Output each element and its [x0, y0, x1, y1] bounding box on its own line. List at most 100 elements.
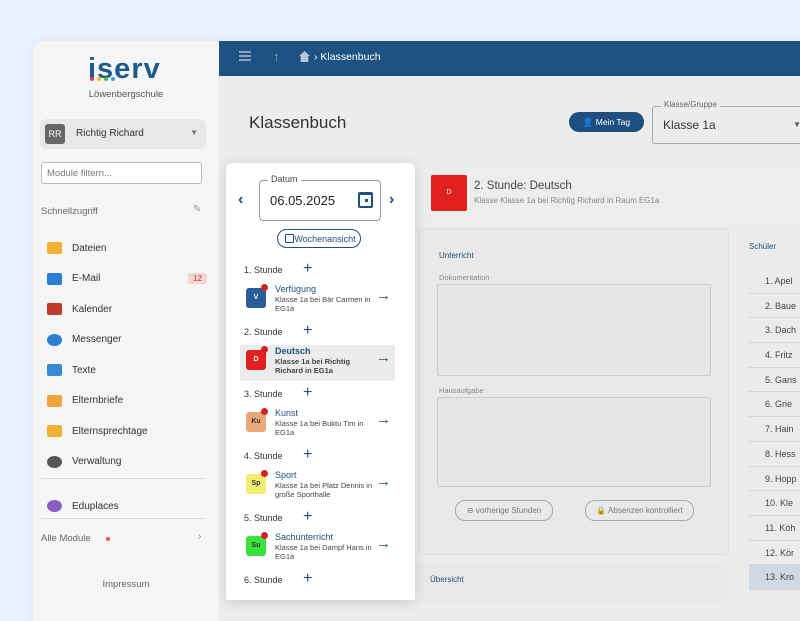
- lesson-slot-label: 1. Stunde: [244, 265, 283, 275]
- lesson-slot-label: 5. Stunde: [244, 513, 283, 523]
- sidebar-item-kalender[interactable]: Kalender: [47, 294, 207, 325]
- sidebar-item-e-mail[interactable]: E-Mail 12: [47, 264, 207, 295]
- eduplaces-icon: [47, 500, 62, 513]
- absences-checked-button[interactable]: 🔒 Absenzen kontrolliert: [585, 500, 694, 521]
- lesson-slot-label: 6. Stunde: [244, 575, 283, 585]
- folder-icon: [47, 242, 62, 255]
- status-dot: [261, 346, 268, 353]
- lesson-slot-heading: 4. Stunde +: [244, 446, 399, 469]
- lesson-entry[interactable]: D Deutsch Klasse 1a bei Richtig Richard in…: [240, 345, 395, 381]
- group-select[interactable]: Klasse/Gruppe Klasse 1a ▼: [652, 100, 800, 144]
- add-lesson-icon[interactable]: +: [303, 384, 312, 402]
- module-filter-input[interactable]: Module filtern...: [41, 162, 202, 184]
- topbar: ↑ › Klassenbuch: [219, 41, 800, 76]
- add-lesson-icon[interactable]: +: [303, 260, 312, 278]
- add-lesson-icon[interactable]: +: [303, 446, 312, 464]
- chat-icon: [47, 333, 62, 346]
- sidebar-item-elternsprechtage[interactable]: Elternsprechtage: [47, 416, 207, 447]
- avatar: RR: [45, 124, 65, 144]
- student-row[interactable]: 5. Gans: [749, 368, 800, 393]
- iserv-logo[interactable]: iserv: [88, 53, 161, 86]
- section-title: Unterricht: [439, 251, 474, 260]
- breadcrumb: › Klassenbuch: [314, 51, 381, 63]
- user-name: Richtig Richard: [76, 128, 144, 139]
- absences-label: Absenzen kontrolliert: [608, 506, 683, 515]
- student-row[interactable]: 3. Dach: [749, 318, 800, 344]
- chevron-right-icon[interactable]: ›: [389, 191, 394, 209]
- chevron-left-icon[interactable]: ‹: [238, 191, 243, 209]
- sidebar-item-messenger[interactable]: Messenger: [47, 325, 207, 356]
- lesson-entry[interactable]: Sp Sport Klasse 1a bei Platz Dennis in gro…: [240, 469, 395, 505]
- menu-icon[interactable]: [239, 51, 251, 61]
- chevron-right-icon[interactable]: ›: [198, 531, 201, 542]
- status-dot: [261, 284, 268, 291]
- calendar-icon: [47, 303, 62, 316]
- student-row[interactable]: 13. Kro: [749, 565, 800, 590]
- edit-icon[interactable]: ✎: [193, 204, 201, 215]
- add-lesson-icon[interactable]: +: [303, 322, 312, 340]
- date-picker[interactable]: Datum 06.05.2025: [259, 174, 381, 221]
- sidebar-item-texte[interactable]: Texte: [47, 355, 207, 386]
- arrow-right-icon[interactable]: →: [376, 473, 391, 490]
- student-row[interactable]: 8. Hess: [749, 442, 800, 467]
- lesson-entry[interactable]: Ku Kunst Klasse 1a bei Buktu Tim in EG1a →: [240, 407, 395, 443]
- sidebar-item-eduplaces[interactable]: Eduplaces: [47, 491, 207, 522]
- previous-lessons-label: vorherige Stunden: [475, 506, 542, 515]
- documentation-field[interactable]: [437, 284, 711, 376]
- student-row[interactable]: 10. Kle: [749, 491, 800, 516]
- impressum-link[interactable]: Impressum: [33, 579, 219, 590]
- week-view-button[interactable]: Wochenansicht: [277, 229, 361, 248]
- home-icon[interactable]: [299, 51, 310, 62]
- student-row[interactable]: 6. Grie: [749, 392, 800, 418]
- student-row[interactable]: 1. Apel: [749, 269, 800, 294]
- calendar-icon: [285, 234, 294, 243]
- sidebar-item-label: Dateien: [72, 242, 107, 254]
- lesson-header: D 2. Stunde: Deutsch Klasse Klasse 1a be…: [416, 163, 800, 223]
- previous-lessons-button[interactable]: ⊖ vorherige Stunden: [455, 500, 553, 521]
- lesson-entry-title: Kunst: [275, 408, 299, 418]
- lesson-entry-title: Sachunterricht: [275, 532, 334, 542]
- subject-square: D: [246, 350, 266, 370]
- homework-label: Hausaufgabe: [439, 386, 484, 395]
- student-row[interactable]: 11. Köh: [749, 516, 800, 541]
- sidebar-item-label: Texte: [72, 364, 96, 376]
- lesson-entry[interactable]: Su Sachunterricht Klasse 1a bei Dampf Hans…: [240, 531, 395, 567]
- sidebar-item-verwaltung[interactable]: Verwaltung: [47, 447, 207, 478]
- date-value: 06.05.2025: [270, 193, 336, 208]
- letter-icon: [47, 394, 62, 407]
- people-icon: [47, 425, 62, 438]
- all-modules-link[interactable]: Alle Module: [41, 533, 91, 544]
- student-row[interactable]: 2. Baue: [749, 294, 800, 319]
- documentation-label: Dokumentation: [439, 273, 490, 282]
- homework-field[interactable]: [437, 397, 711, 487]
- lesson-slot-label: 2. Stunde: [244, 327, 283, 337]
- sidebar-item-dateien[interactable]: Dateien: [47, 233, 207, 264]
- lesson-slot-heading: 5. Stunde +: [244, 508, 399, 531]
- student-row[interactable]: 7. Hain: [749, 417, 800, 442]
- overview-card: Übersicht: [418, 562, 727, 602]
- date-label: Datum: [268, 174, 301, 184]
- calendar-icon[interactable]: [358, 192, 373, 208]
- arrow-right-icon[interactable]: →: [376, 287, 391, 304]
- student-row[interactable]: 4. Fritz: [749, 343, 800, 368]
- sidebar-item-elternbriefe[interactable]: Elternbriefe: [47, 386, 207, 417]
- subject-square: V: [246, 288, 266, 308]
- arrow-right-icon[interactable]: →: [376, 349, 391, 366]
- arrow-right-icon[interactable]: →: [376, 411, 391, 428]
- chevron-down-icon: ▼: [190, 128, 198, 137]
- up-arrow-icon[interactable]: ↑: [273, 49, 280, 64]
- subject-square: Ku: [246, 412, 266, 432]
- divider: [41, 518, 206, 519]
- breadcrumb-current: Klassenbuch: [320, 51, 381, 63]
- user-menu[interactable]: RR Richtig Richard ▼: [40, 119, 206, 149]
- add-lesson-icon[interactable]: +: [303, 570, 312, 588]
- student-row[interactable]: 9. Hopp: [749, 467, 800, 492]
- students-card: Schüler 1. Apel 2. Baue 3. Dach 4. Fritz 5. …: [737, 228, 800, 608]
- lesson-slot-heading: 6. Stunde +: [244, 570, 399, 593]
- student-row[interactable]: 12. Kör: [749, 541, 800, 566]
- arrow-right-icon[interactable]: →: [376, 535, 391, 552]
- lesson-entry[interactable]: V Verfügung Klasse 1a bei Bär Carmen in EG…: [240, 283, 395, 319]
- my-day-label: Mein Tag: [595, 117, 631, 127]
- my-day-button[interactable]: 👤 Mein Tag: [569, 112, 644, 132]
- add-lesson-icon[interactable]: +: [303, 508, 312, 526]
